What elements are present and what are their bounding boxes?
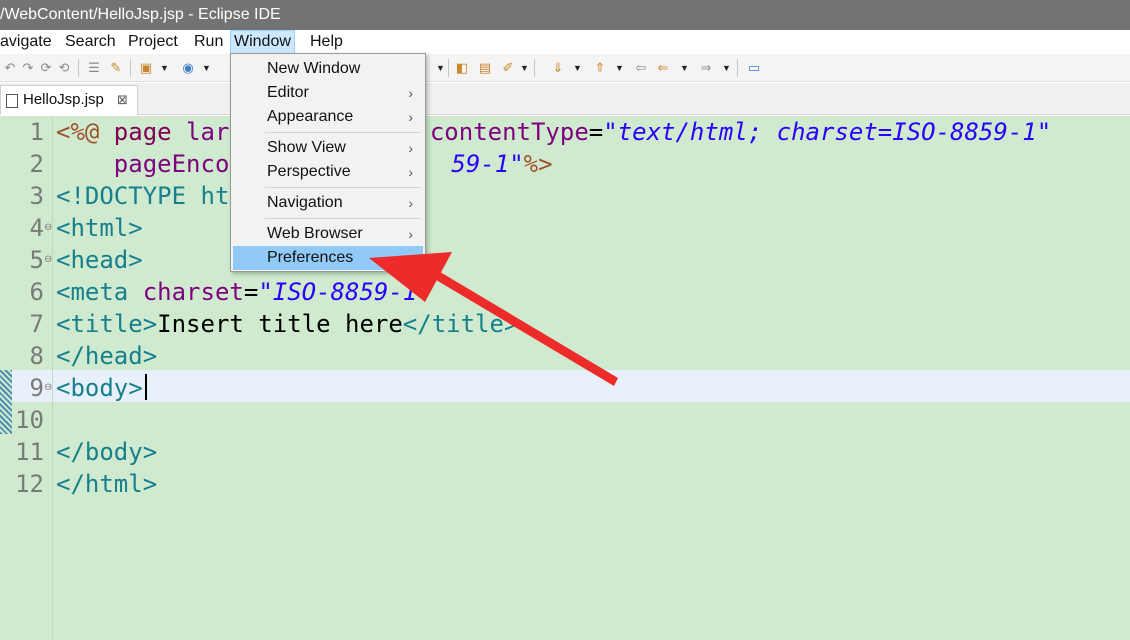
fold-toggle-icon[interactable]: ⊖: [44, 212, 53, 244]
main-toolbar: ↶ ↷ ⟳ ⟲ ☰ ✎ ▣ ▼ ◉ ▼ ▼ ◧ ▤ ✐ ▼ ⇓ ▼ ⇑ ▼ ⇦ …: [0, 54, 1130, 82]
forward-icon[interactable]: ⇒: [698, 60, 714, 76]
menu-bar: avigate Search Project Run Window Help: [0, 30, 1130, 54]
menu-item-new-window[interactable]: New Window: [233, 57, 423, 81]
refresh-icon[interactable]: ⟳: [38, 60, 54, 76]
window-menu-dropdown: New Window Editor › Appearance › Show Vi…: [230, 53, 426, 272]
chevron-down-icon[interactable]: ▼: [680, 60, 689, 76]
line-number: 9: [29, 374, 44, 402]
editor-tab[interactable]: HelloJsp.jsp ⊠: [0, 85, 138, 115]
toolbar-separator: [737, 59, 738, 77]
fold-toggle-icon[interactable]: ⊖: [44, 244, 53, 276]
menu-item-preferences[interactable]: Preferences: [233, 246, 423, 270]
chevron-down-icon[interactable]: ▼: [160, 60, 169, 76]
toolbar-separator: [534, 59, 535, 77]
line-number: 1: [29, 118, 44, 146]
last-edit-icon[interactable]: ⇦: [633, 60, 649, 76]
chevron-right-icon: ›: [408, 140, 413, 156]
line-number: 11: [15, 438, 44, 466]
line-number: 6: [29, 278, 44, 306]
chevron-right-icon: ›: [408, 85, 413, 101]
wand-icon[interactable]: ✎: [108, 60, 124, 76]
chevron-right-icon: ›: [408, 109, 413, 125]
line-number: 5: [29, 246, 44, 274]
chevron-right-icon: ›: [408, 195, 413, 211]
next-annotation-icon[interactable]: ⇓: [550, 60, 566, 76]
menu-item-web-browser[interactable]: Web Browser ›: [233, 222, 423, 246]
new-server-icon[interactable]: ▣: [138, 60, 154, 76]
line-number: 12: [15, 470, 44, 498]
code-line: </body>: [56, 438, 158, 466]
chevron-down-icon[interactable]: ▼: [573, 60, 582, 76]
menu-window[interactable]: Window: [230, 30, 295, 54]
menu-separator: [265, 187, 421, 188]
code-line: <html>: [56, 214, 143, 242]
globe-icon[interactable]: ◉: [180, 60, 196, 76]
toolbar-separator: [448, 59, 449, 77]
chevron-down-icon[interactable]: ▼: [615, 60, 624, 76]
toolbar-separator: [130, 59, 131, 77]
chevron-right-icon: ›: [408, 164, 413, 180]
line-number: 7: [29, 310, 44, 338]
folder-icon[interactable]: ▤: [477, 60, 493, 76]
open-folder-icon[interactable]: ◧: [454, 60, 470, 76]
line-number: 10: [15, 406, 44, 434]
chevron-right-icon: ›: [408, 226, 413, 242]
pen-icon[interactable]: ✐: [500, 60, 516, 76]
current-line-highlight: [0, 370, 1130, 402]
menu-search[interactable]: Search: [62, 30, 119, 54]
editor-tab-strip: HelloJsp.jsp ⊠: [0, 83, 1130, 115]
line-number: 8: [29, 342, 44, 370]
editor-tab-label: HelloJsp.jsp: [23, 91, 104, 108]
pin-editor-icon[interactable]: ▭: [746, 60, 762, 76]
code-line: </html>: [56, 470, 158, 498]
close-icon[interactable]: ⊠: [117, 86, 128, 114]
chevron-down-icon[interactable]: ▼: [436, 60, 445, 76]
code-line: <head>: [56, 246, 143, 274]
window-title: /WebContent/HelloJsp.jsp - Eclipse IDE: [0, 0, 1130, 30]
chevron-down-icon[interactable]: ▼: [520, 60, 529, 76]
line-number: 4: [29, 214, 44, 242]
menu-item-editor[interactable]: Editor ›: [233, 81, 423, 105]
code-line: <!DOCTYPE ht: [56, 182, 230, 210]
menu-item-navigation[interactable]: Navigation ›: [233, 191, 423, 215]
file-icon: [6, 94, 18, 108]
list-icon[interactable]: ☰: [86, 60, 102, 76]
code-line: <%@ page lar contentType="text/html; cha…: [56, 118, 1052, 146]
code-editor[interactable]: 1 2 3 4 5 6 7 8 9 10 11 12 ⊖ ⊖ ⊖ <%@ pag…: [0, 116, 1130, 640]
menu-item-show-view[interactable]: Show View ›: [233, 136, 423, 160]
text-cursor: [145, 374, 147, 400]
toolbar-separator: [78, 59, 79, 77]
back-icon[interactable]: ⇐: [655, 60, 671, 76]
menu-separator: [265, 132, 421, 133]
code-line: <meta charset="ISO-8859-1": [56, 278, 432, 306]
code-line: <body>: [56, 374, 143, 402]
redo-icon[interactable]: ↷: [20, 60, 36, 76]
line-number: 2: [29, 150, 44, 178]
line-number: 3: [29, 182, 44, 210]
undo-icon[interactable]: ↶: [2, 60, 18, 76]
menu-navigate[interactable]: avigate: [0, 30, 55, 54]
menu-item-perspective[interactable]: Perspective ›: [233, 160, 423, 184]
menu-help[interactable]: Help: [307, 30, 346, 54]
fold-toggle-icon[interactable]: ⊖: [44, 372, 53, 404]
menu-project[interactable]: Project: [125, 30, 181, 54]
menu-item-appearance[interactable]: Appearance ›: [233, 105, 423, 129]
chevron-down-icon[interactable]: ▼: [722, 60, 731, 76]
prev-annotation-icon[interactable]: ⇑: [592, 60, 608, 76]
code-line: </head>: [56, 342, 158, 370]
code-line: <title>Insert title here</title>: [56, 310, 519, 338]
menu-run[interactable]: Run: [191, 30, 226, 54]
chevron-down-icon[interactable]: ▼: [202, 60, 211, 76]
menu-separator: [265, 218, 421, 219]
history-icon[interactable]: ⟲: [56, 60, 72, 76]
